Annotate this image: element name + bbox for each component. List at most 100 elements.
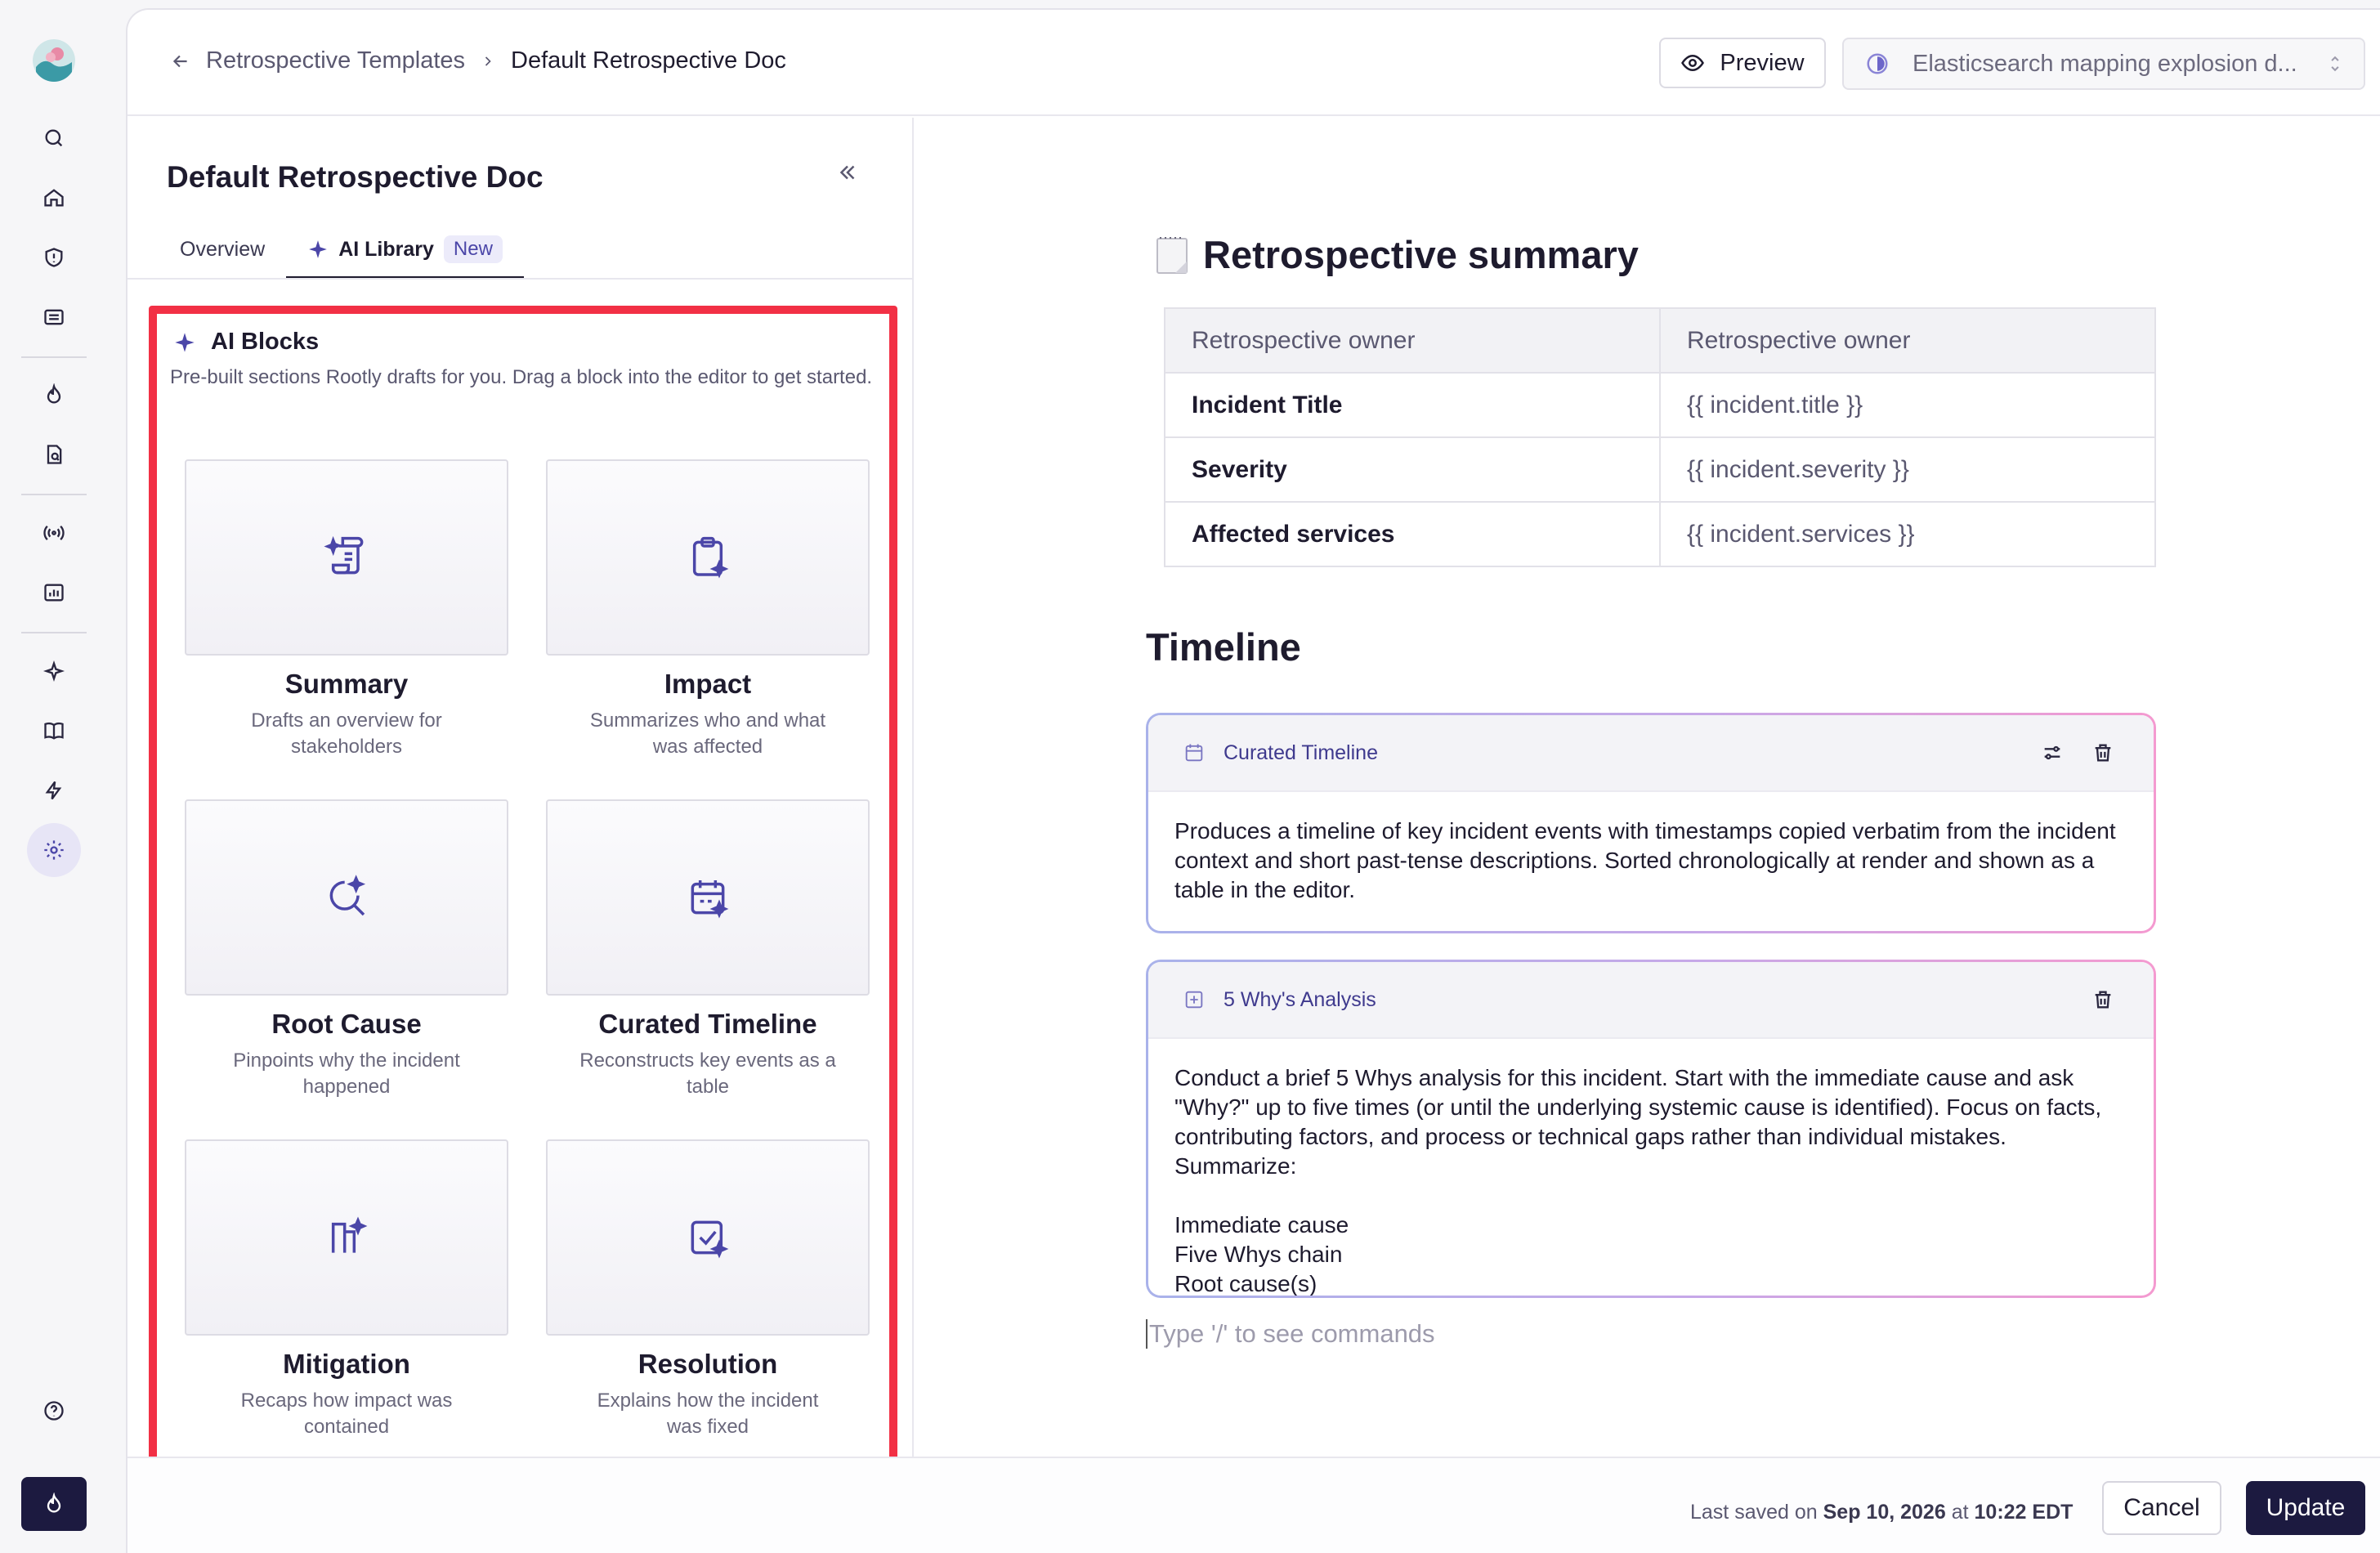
table-row: Affected services {{ incident.services }… [1164,501,2156,567]
user-menu-button[interactable] [21,1477,87,1531]
table-header-row: Retrospective owner Retrospective owner [1164,307,2156,374]
settings-gear-icon[interactable] [27,823,81,877]
table-cell-key: Severity [1164,436,1661,503]
impact-clipboard-icon [692,536,729,579]
chevron-right-icon [480,53,496,69]
metrics-chart-icon[interactable] [35,574,73,611]
table-cell-value: {{ incident.severity }} [1659,436,2156,503]
incident-status-icon [1867,53,1888,74]
ai-blocks-header: AI Blocks [173,329,319,356]
help-icon[interactable] [35,1392,73,1430]
ai-block-header: 5 Why's Analysis [1148,962,2154,1039]
search-icon[interactable] [35,119,73,157]
tab-overview-label: Overview [180,237,266,261]
tab-overview[interactable]: Overview [159,221,286,278]
table-header-cell: Retrospective owner [1164,307,1661,374]
side-panel-title: Default Retrospective Doc [167,160,544,194]
rail-divider [21,494,87,495]
ai-block-tile [546,1139,870,1336]
ai-block-description: Pinpoints why the incident happened [233,1050,460,1098]
ai-block-impact[interactable]: Impact Summarizes who and what was affec… [546,459,870,760]
ai-block-description: Explains how the incident was fixed [597,1390,819,1438]
mitigation-chart-icon [331,1216,368,1253]
incident-select-value: Elasticsearch mapping explosion d... [1912,50,2297,77]
retrospective-summary-table[interactable]: Retrospective owner Retrospective owner … [1164,307,2156,567]
sparkle-icon [309,240,328,258]
ai-block-title: Summary [284,669,409,699]
ai-blocks-title: AI Blocks [211,329,320,355]
back-arrow-icon[interactable] [170,51,191,72]
tab-ai-library-label: AI Library [338,237,434,261]
ai-block-description: Drafts an overview for stakeholders [251,709,442,758]
home-icon[interactable] [35,179,73,217]
ai-block-mitigation[interactable]: Mitigation Recaps how impact was contain… [185,1139,508,1440]
on-call-flame-icon[interactable] [35,376,73,414]
editor-ai-block-curated-timeline[interactable]: Curated Timeline Produces a timeline of … [1146,713,2156,933]
add-square-icon [1185,991,1203,1009]
incidents-shield-icon[interactable] [35,239,73,276]
last-saved-at: at [1951,1501,1969,1524]
notepad-icon [1156,236,1188,274]
app-rail [0,0,123,1553]
trash-icon[interactable] [2087,736,2119,769]
ai-block-header: Curated Timeline [1148,715,2154,792]
summary-scroll-icon [324,535,364,575]
flame-icon [47,1493,61,1513]
catalog-book-icon[interactable] [35,712,73,750]
last-saved-date: Sep 10, 2026 [1823,1501,1946,1524]
prompt-list-item: Immediate cause [1174,1212,1349,1237]
ai-block-description: Recaps how impact was contained [240,1390,453,1438]
select-arrows-icon [2331,56,2339,72]
status-page-icon[interactable] [35,298,73,336]
app-logo[interactable] [33,39,75,82]
ai-block-summary[interactable]: Summary Drafts an overview for stakehold… [185,459,508,760]
tab-ai-library[interactable]: AI Library New [286,221,524,280]
table-row: Severity {{ incident.severity }} [1164,436,2156,503]
sparkle-icon [175,332,195,352]
trash-icon[interactable] [2087,983,2119,1016]
last-saved-time: 10:22 EDT [1974,1501,2074,1524]
collapse-panel-icon[interactable] [835,160,868,193]
prompt-paragraph: Conduct a brief 5 Whys analysis for this… [1174,1065,2102,1179]
update-button[interactable]: Update [2246,1481,2365,1535]
retrospectives-doc-icon[interactable] [35,436,73,473]
ai-block-prompt[interactable]: Conduct a brief 5 Whys analysis for this… [1148,1039,2154,1296]
ai-blocks-section: AI Blocks Pre-built sections Rootly draf… [149,306,897,1468]
table-cell-value: {{ incident.title }} [1659,372,2156,438]
rail-divider [21,632,87,633]
table-cell-key: Incident Title [1164,372,1661,438]
breadcrumb-parent-link[interactable]: Retrospective Templates [206,47,465,74]
ai-block-prompt[interactable]: Produces a timeline of key incident even… [1148,792,2154,929]
incident-select[interactable]: Elasticsearch mapping explosion d... [1842,38,2365,90]
ai-block-root-cause[interactable]: Root Cause Pinpoints why the incident ha… [185,799,508,1100]
ai-block-title: Curated Timeline [598,1009,817,1039]
ai-block-label: Curated Timeline [1224,741,1378,764]
table-header-cell: Retrospective owner [1659,307,2156,374]
ai-block-resolution[interactable]: Resolution Explains how the incident was… [546,1139,870,1440]
resolution-check-icon [691,1220,729,1259]
editor-ai-block-five-whys[interactable]: 5 Why's Analysis Conduct a brief 5 Whys … [1146,960,2156,1298]
slash-command-placeholder[interactable]: Type '/' to see commands [1146,1319,1435,1349]
summary-heading-text: Retrospective summary [1203,233,1639,276]
summary-heading: Retrospective summary [1152,232,1639,277]
ai-sparkle-icon[interactable] [35,652,73,690]
top-bar: Retrospective Templates Default Retrospe… [128,10,2380,116]
settings-sliders-icon[interactable] [2036,736,2069,769]
eye-icon [1681,54,1705,72]
signals-broadcast-icon[interactable] [35,514,73,552]
preview-button-label: Preview [1720,49,1805,76]
ai-block-curated-timeline[interactable]: Curated Timeline Reconstructs key events… [546,799,870,1100]
breadcrumb-current: Default Retrospective Doc [511,47,786,74]
workflows-bolt-icon[interactable] [35,772,73,809]
preview-button[interactable]: Preview [1659,38,1826,88]
rail-divider [21,356,87,358]
ai-block-tile [546,799,870,996]
table-row: Incident Title {{ incident.title }} [1164,372,2156,438]
ai-block-title: Root Cause [271,1009,422,1039]
breadcrumb: Retrospective Templates Default Retrospe… [170,47,786,74]
table-cell-key: Affected services [1164,501,1661,567]
last-saved-prefix: Last saved on [1690,1501,1818,1524]
footer-bar: Last saved on Sep 10, 2026 at 10:22 EDT … [128,1457,2380,1553]
document-editor[interactable]: Retrospective summary Retrospective owne… [915,118,2380,1457]
cancel-button[interactable]: Cancel [2102,1481,2221,1535]
